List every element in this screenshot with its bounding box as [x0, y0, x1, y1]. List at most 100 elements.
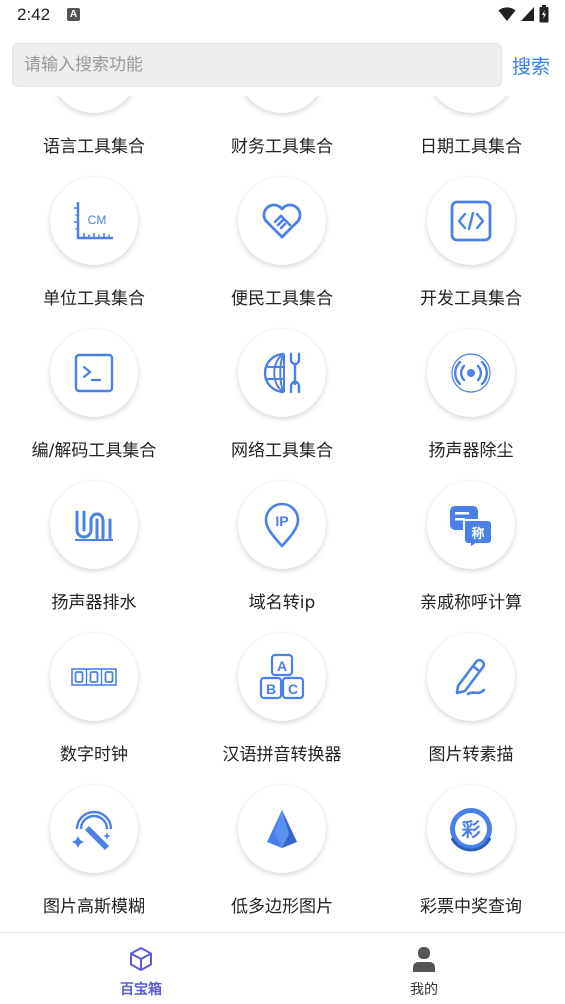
tool-circle [50, 96, 138, 113]
heart-handshake-icon [262, 203, 302, 239]
lottery-icon: 彩 [450, 808, 492, 852]
tool-item-convenience[interactable]: 便民工具集合 [188, 169, 376, 321]
tool-item-pinyin[interactable]: A B C 汉语拼音转换器 [188, 625, 376, 777]
tool-item-domain-ip[interactable]: IP 域名转ip [188, 473, 376, 625]
battery-icon [539, 5, 549, 23]
user-icon [413, 947, 435, 972]
tool-row: CM 单位工具集合 便民工具集合 开发工具集合 [0, 169, 565, 321]
tool-circle [50, 633, 138, 721]
tool-item-language[interactable]: 语言工具集合 [0, 96, 188, 169]
tool-label: 单位工具集合 [43, 289, 145, 309]
abc-blocks-icon: A B C [259, 653, 305, 700]
tool-label: 域名转ip [248, 593, 316, 613]
pen-sketch-icon [455, 658, 486, 696]
tool-item-relatives[interactable]: 称 亲戚称呼计算 [377, 473, 565, 625]
tool-circle [427, 96, 515, 113]
bottom-nav: 百宝箱 我的 [0, 932, 565, 1004]
tool-item-codec[interactable]: 编/解码工具集合 [0, 321, 188, 473]
tool-circle [427, 329, 515, 417]
tool-item-digital-clock[interactable]: 数字时钟 [0, 625, 188, 777]
tool-row: 编/解码工具集合 网络工具集合 扬声器除尘 [0, 321, 565, 473]
search-button[interactable]: 搜索 [512, 52, 550, 79]
notification-badge: A [67, 8, 80, 21]
chat-title-icon: 称 [450, 506, 493, 550]
tool-circle: 称 [427, 481, 515, 569]
tool-label: 网络工具集合 [231, 441, 333, 461]
nav-item-toolbox[interactable]: 百宝箱 [0, 933, 282, 1004]
cheng-glyph: 称 [471, 526, 484, 542]
tool-item-calendar[interactable]: 日期工具集合 [377, 96, 565, 169]
tool-label: 数字时钟 [60, 745, 128, 765]
ip-glyph: IP [275, 513, 288, 529]
status-bar: 2:42 A [0, 0, 565, 32]
tool-grid: 语言工具集合 财务工具集合 日期工具集合 CM 单位工具集合 便民工具集合 开发… [0, 96, 565, 929]
tool-row: 扬声器排水 IP 域名转ip 称 亲戚称呼计算 [0, 473, 565, 625]
tool-circle: A B C [238, 633, 326, 721]
tool-label: 便民工具集合 [231, 289, 333, 309]
tool-item-speaker-drain[interactable]: 扬声器排水 [0, 473, 188, 625]
b-glyph: B [266, 681, 276, 697]
c-glyph: C [288, 681, 298, 697]
tool-item-units[interactable]: CM 单位工具集合 [0, 169, 188, 321]
nav-label-mine: 我的 [410, 982, 438, 998]
low-poly-icon [267, 810, 297, 848]
code-icon [450, 200, 492, 242]
tool-label: 汉语拼音转换器 [222, 745, 342, 765]
tool-item-lottery[interactable]: 彩 彩票中奖查询 [377, 777, 565, 929]
tool-label: 低多边形图片 [231, 897, 333, 917]
tool-circle [50, 481, 138, 569]
tool-item-finance[interactable]: 财务工具集合 [188, 96, 376, 169]
status-icons [498, 5, 549, 23]
tool-item-dev[interactable]: 开发工具集合 [377, 169, 565, 321]
tool-label: 编/解码工具集合 [31, 441, 157, 461]
a-glyph: A [277, 658, 287, 674]
tool-row: 语言工具集合 财务工具集合 日期工具集合 [0, 96, 565, 169]
tool-circle [238, 785, 326, 873]
cm-glyph: CM [88, 213, 107, 227]
tool-circle: 彩 [427, 785, 515, 873]
drain-icon [75, 510, 113, 541]
ruler-cm-icon: CM [74, 202, 113, 240]
tool-label: 亲戚称呼计算 [420, 593, 522, 613]
search-row: 搜索 [0, 40, 565, 90]
tool-circle: IP [238, 481, 326, 569]
tool-label: 彩票中奖查询 [420, 897, 522, 917]
tool-grid-viewport[interactable]: 语言工具集合 财务工具集合 日期工具集合 CM 单位工具集合 便民工具集合 开发… [0, 96, 565, 932]
tool-item-sketch[interactable]: 图片转素描 [377, 625, 565, 777]
tool-label: 扬声器除尘 [428, 441, 514, 461]
magic-wand-icon [72, 810, 113, 850]
status-time: 2:42 [17, 5, 51, 24]
tool-label: 开发工具集合 [420, 289, 522, 309]
tool-circle [50, 329, 138, 417]
cai-glyph: 彩 [460, 819, 480, 841]
globe-wrench-icon [263, 352, 301, 394]
tool-circle: CM [50, 177, 138, 265]
tool-circle [427, 633, 515, 721]
tool-label: 图片高斯模糊 [43, 897, 145, 917]
tool-circle [238, 96, 326, 113]
tool-circle [427, 177, 515, 265]
tool-item-gaussian-blur[interactable]: 图片高斯模糊 [0, 777, 188, 929]
search-input[interactable] [12, 43, 502, 87]
tool-item-speaker-dust[interactable]: 扬声器除尘 [377, 321, 565, 473]
tool-circle [238, 329, 326, 417]
ip-pin-icon: IP [264, 502, 300, 548]
tool-item-network[interactable]: 网络工具集合 [188, 321, 376, 473]
signal-icon [521, 7, 534, 21]
tool-label: 日期工具集合 [420, 137, 522, 157]
digital-clock-icon [71, 668, 117, 686]
terminal-icon [74, 353, 114, 393]
nav-item-mine[interactable]: 我的 [283, 933, 565, 1004]
tool-circle [238, 177, 326, 265]
tool-row: 图片高斯模糊 低多边形图片 彩 彩票中奖查询 [0, 777, 565, 929]
tool-item-low-poly[interactable]: 低多边形图片 [188, 777, 376, 929]
nav-label-toolbox: 百宝箱 [120, 982, 162, 998]
tool-row: 数字时钟 A B C 汉语拼音转换器 图片转素描 [0, 625, 565, 777]
tool-circle [50, 785, 138, 873]
tool-label: 扬声器排水 [51, 593, 137, 613]
speaker-wave-icon [451, 353, 491, 393]
wifi-icon [498, 7, 516, 21]
tool-label: 图片转素描 [428, 745, 514, 765]
tool-label: 财务工具集合 [231, 137, 333, 157]
box-icon [130, 947, 152, 971]
